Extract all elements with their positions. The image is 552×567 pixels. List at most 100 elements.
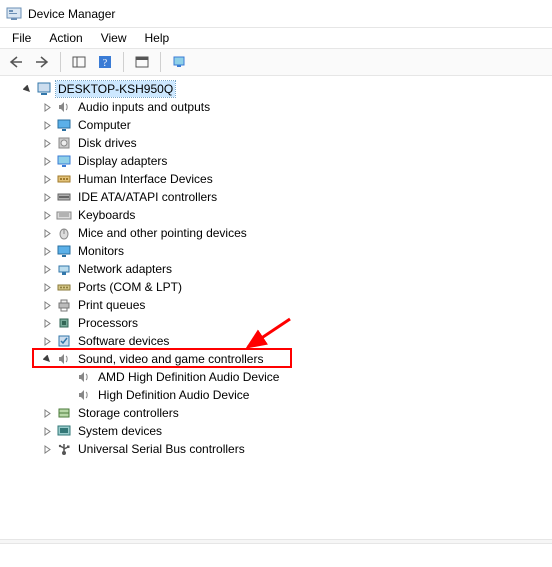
tree-category[interactable]: Universal Serial Bus controllers	[4, 440, 552, 458]
tree-category[interactable]: Ports (COM & LPT)	[4, 278, 552, 296]
expander-icon[interactable]	[40, 154, 54, 168]
forward-button[interactable]	[30, 51, 54, 73]
expander-icon[interactable]	[40, 100, 54, 114]
tree-category-label: Storage controllers	[76, 405, 181, 421]
display-icon	[56, 153, 72, 169]
tree-category[interactable]: Disk drives	[4, 134, 552, 152]
printer-icon	[56, 297, 72, 313]
tree-category-label: Print queues	[76, 297, 147, 313]
tree-device[interactable]: High Definition Audio Device	[4, 386, 552, 404]
tree-category-label: Network adapters	[76, 261, 174, 277]
svg-text:?: ?	[103, 58, 108, 69]
back-button[interactable]	[4, 51, 28, 73]
toolbar-separator	[60, 52, 61, 72]
tree-category[interactable]: Monitors	[4, 242, 552, 260]
tree-category[interactable]: Display adapters	[4, 152, 552, 170]
tree-device-label: High Definition Audio Device	[96, 387, 251, 403]
tree-category-label: Disk drives	[76, 135, 139, 151]
network-icon	[56, 261, 72, 277]
tree-category[interactable]: IDE ATA/ATAPI controllers	[4, 188, 552, 206]
tree-category[interactable]: Software devices	[4, 332, 552, 350]
expander-icon[interactable]	[40, 316, 54, 330]
expander-icon[interactable]	[40, 118, 54, 132]
expander-icon[interactable]	[40, 352, 54, 366]
storage-icon	[56, 405, 72, 421]
speaker-icon	[76, 369, 92, 385]
tree-category-label: Ports (COM & LPT)	[76, 279, 184, 295]
tree-category[interactable]: Processors	[4, 314, 552, 332]
expander-icon[interactable]	[40, 424, 54, 438]
monitor-icon	[56, 117, 72, 133]
hid-icon	[56, 171, 72, 187]
expander-icon[interactable]	[40, 262, 54, 276]
tree-category-label: Mice and other pointing devices	[76, 225, 249, 241]
titlebar: Device Manager	[0, 0, 552, 28]
expander-icon[interactable]	[40, 208, 54, 222]
window-title: Device Manager	[28, 7, 115, 21]
toolbar-separator	[160, 52, 161, 72]
tree-category-label: Processors	[76, 315, 140, 331]
tree-category-label: Monitors	[76, 243, 126, 259]
speaker-icon	[56, 99, 72, 115]
tree-category-label: Universal Serial Bus controllers	[76, 441, 247, 457]
tree-category[interactable]: System devices	[4, 422, 552, 440]
mouse-icon	[56, 225, 72, 241]
help-button[interactable]: ?	[93, 51, 117, 73]
tree-category-label: Keyboards	[76, 207, 137, 223]
tree-category[interactable]: Keyboards	[4, 206, 552, 224]
expander-icon[interactable]	[40, 172, 54, 186]
tree-root[interactable]: DESKTOP-KSH950Q	[4, 80, 552, 98]
tree-category[interactable]: Human Interface Devices	[4, 170, 552, 188]
menu-action[interactable]: Action	[41, 29, 90, 47]
tree-category[interactable]: Storage controllers	[4, 404, 552, 422]
tree-device[interactable]: AMD High Definition Audio Device	[4, 368, 552, 386]
toolbar-separator	[123, 52, 124, 72]
monitor-icon	[56, 243, 72, 259]
system-icon	[56, 423, 72, 439]
app-icon	[6, 6, 22, 22]
expander-icon[interactable]	[40, 334, 54, 348]
menu-file[interactable]: File	[4, 29, 39, 47]
menubar: File Action View Help	[0, 28, 552, 48]
show-hide-console-tree-button[interactable]	[67, 51, 91, 73]
tree-category-label: System devices	[76, 423, 164, 439]
expander-icon[interactable]	[40, 442, 54, 456]
tree-category-label: Display adapters	[76, 153, 169, 169]
footer	[0, 543, 552, 567]
usb-icon	[56, 441, 72, 457]
keyboard-icon	[56, 207, 72, 223]
tree-category[interactable]: Network adapters	[4, 260, 552, 278]
menu-view[interactable]: View	[93, 29, 135, 47]
menu-help[interactable]: Help	[137, 29, 178, 47]
tree-category[interactable]: Print queues	[4, 296, 552, 314]
expander-icon[interactable]	[40, 406, 54, 420]
ide-icon	[56, 189, 72, 205]
expander-icon[interactable]	[40, 280, 54, 294]
tree-category[interactable]: Audio inputs and outputs	[4, 98, 552, 116]
computer-icon	[36, 81, 52, 97]
tree-device-label: AMD High Definition Audio Device	[96, 369, 281, 385]
tree-root-label: DESKTOP-KSH950Q	[56, 81, 175, 97]
expander-icon[interactable]	[40, 136, 54, 150]
tree-category[interactable]: Sound, video and game controllers	[4, 350, 552, 368]
expander-icon[interactable]	[40, 226, 54, 240]
tree-category-label: Audio inputs and outputs	[76, 99, 212, 115]
port-icon	[56, 279, 72, 295]
device-tree[interactable]: DESKTOP-KSH950Q Audio inputs and outputs…	[0, 76, 552, 567]
expander-icon[interactable]	[40, 298, 54, 312]
tree-category-label: Computer	[76, 117, 133, 133]
tree-category[interactable]: Mice and other pointing devices	[4, 224, 552, 242]
tree-category-label: Software devices	[76, 333, 171, 349]
toolbar: ?	[0, 48, 552, 76]
scan-hardware-button[interactable]	[167, 51, 191, 73]
speaker-icon	[56, 351, 72, 367]
tree-category-label: Human Interface Devices	[76, 171, 215, 187]
cpu-icon	[56, 315, 72, 331]
tree-category-label: IDE ATA/ATAPI controllers	[76, 189, 219, 205]
properties-button[interactable]	[130, 51, 154, 73]
expander-icon[interactable]	[40, 190, 54, 204]
tree-category[interactable]: Computer	[4, 116, 552, 134]
expander-icon[interactable]	[40, 244, 54, 258]
tree-category-label: Sound, video and game controllers	[76, 351, 265, 367]
expander-icon[interactable]	[20, 82, 34, 96]
